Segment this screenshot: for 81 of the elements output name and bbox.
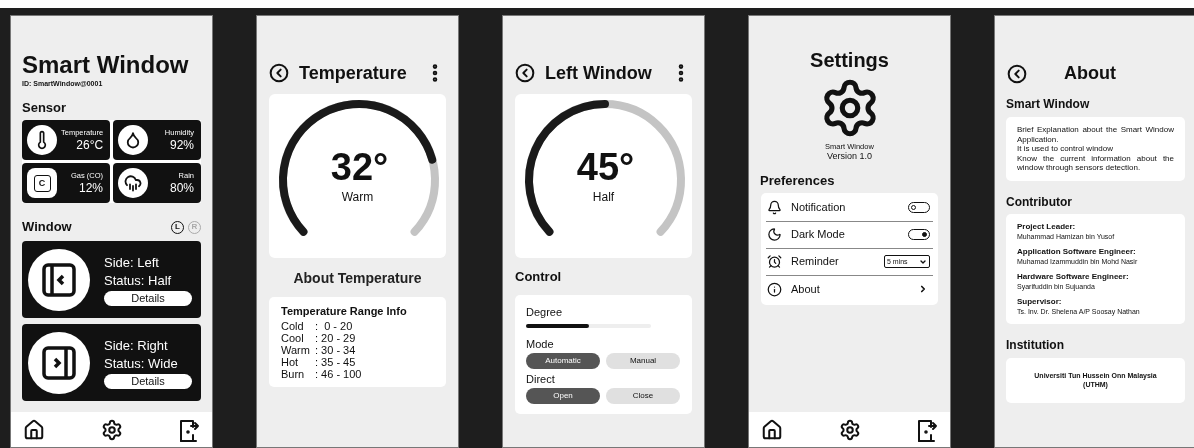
range-value: : 0 - 20 bbox=[315, 320, 353, 332]
sensor-value: 92% bbox=[169, 137, 194, 153]
option-button[interactable]: Open bbox=[526, 387, 600, 404]
preference-label: Notification bbox=[791, 200, 846, 216]
control-label: Direct bbox=[526, 371, 556, 386]
range-name: Hot bbox=[281, 356, 300, 368]
gauge-label: Warm bbox=[341, 189, 374, 206]
exit-door-icon[interactable] bbox=[178, 417, 200, 442]
details-button[interactable]: Details bbox=[104, 373, 192, 389]
contributor-role: Supervisor: bbox=[1017, 296, 1063, 307]
section-heading: Institution bbox=[1005, 336, 1065, 354]
contributor-role: Project Leader: bbox=[1017, 221, 1077, 232]
page-title: Left Window bbox=[545, 61, 652, 85]
settings-icon[interactable] bbox=[838, 418, 861, 441]
info-heading: Temperature Range Info bbox=[281, 304, 408, 318]
alarm-clock-icon bbox=[767, 254, 782, 269]
preference-label: About bbox=[791, 281, 820, 297]
back-icon[interactable] bbox=[515, 63, 535, 83]
preference-label: Dark Mode bbox=[791, 227, 845, 243]
sensor-value: 80% bbox=[169, 180, 194, 196]
gas-icon: C bbox=[27, 168, 57, 198]
page-title: Temperature bbox=[299, 61, 407, 85]
gauge-label: Half bbox=[592, 189, 615, 206]
home-icon[interactable] bbox=[23, 418, 45, 441]
range-value: : 35 - 45 bbox=[315, 356, 356, 368]
info-icon bbox=[767, 281, 782, 297]
exit-door-icon[interactable] bbox=[916, 417, 938, 442]
app-version: Version 1.0 bbox=[827, 151, 872, 162]
contributor-role: Hardware Software Engineer: bbox=[1017, 271, 1130, 282]
section-heading: Preferences bbox=[759, 172, 836, 190]
gauge-value: 45° bbox=[575, 148, 635, 186]
thermometer-icon bbox=[27, 125, 57, 155]
control-label: Mode bbox=[526, 336, 555, 351]
chevron-right-icon[interactable] bbox=[918, 284, 928, 294]
range-name: Cold bbox=[281, 320, 305, 332]
settings-icon[interactable] bbox=[100, 418, 123, 441]
range-name: Cool bbox=[281, 332, 305, 344]
toggle-knob bbox=[911, 205, 916, 210]
panel-left-icon bbox=[28, 248, 90, 311]
range-value: : 46 - 100 bbox=[315, 368, 362, 380]
cloud-rain-icon bbox=[118, 168, 148, 198]
option-button[interactable]: Automatic bbox=[526, 352, 600, 369]
range-name: Warm bbox=[281, 344, 311, 356]
moon-icon bbox=[767, 227, 782, 242]
section-heading: Window bbox=[22, 218, 72, 237]
app-title: Smart Window bbox=[22, 51, 190, 79]
section-heading: Control bbox=[514, 268, 563, 286]
section-heading: Contributor bbox=[1005, 193, 1073, 211]
section-heading: Sensor bbox=[22, 100, 68, 116]
section-heading: Smart Window bbox=[1005, 96, 1091, 113]
option-button[interactable]: Manual bbox=[606, 352, 680, 369]
option-button[interactable]: Close bbox=[606, 387, 680, 404]
preference-row[interactable]: About bbox=[766, 275, 933, 303]
window-status: Status: Wide bbox=[104, 354, 179, 373]
sensor-value: 26°C bbox=[76, 137, 104, 153]
description-text: Brief Explanation about the Smart Window Application. It is used to control window Know the current information about the window through sensors detection. bbox=[1017, 125, 1174, 173]
gauge-value: 32° bbox=[329, 148, 389, 186]
window-side: Side: Right bbox=[104, 336, 169, 355]
control-label: Degree bbox=[526, 304, 564, 319]
preference-row[interactable]: Notification bbox=[766, 194, 933, 222]
page-title: Settings bbox=[810, 48, 889, 73]
range-name: Burn bbox=[281, 368, 306, 380]
preference-row[interactable]: Dark Mode bbox=[766, 221, 933, 249]
contributor-role: Application Software Engineer: bbox=[1017, 246, 1137, 257]
droplet-icon bbox=[118, 125, 148, 155]
details-button[interactable]: Details bbox=[104, 290, 192, 306]
range-value: : 20 - 29 bbox=[315, 332, 356, 344]
panel-right-icon bbox=[28, 331, 90, 394]
bell-icon bbox=[767, 200, 782, 215]
toggle-knob bbox=[922, 232, 927, 237]
home-icon[interactable] bbox=[761, 418, 783, 441]
range-value: : 30 - 34 bbox=[315, 344, 356, 356]
degree-slider[interactable] bbox=[526, 323, 651, 328]
preference-label: Reminder bbox=[791, 254, 839, 270]
window-side: Side: Left bbox=[104, 253, 160, 272]
window-status: Status: Half bbox=[104, 271, 173, 290]
page-title: About bbox=[1064, 62, 1116, 85]
back-icon[interactable] bbox=[269, 63, 289, 83]
back-icon[interactable] bbox=[1007, 63, 1027, 84]
sensor-value: 12% bbox=[78, 180, 103, 196]
section-heading: About Temperature bbox=[292, 269, 423, 288]
